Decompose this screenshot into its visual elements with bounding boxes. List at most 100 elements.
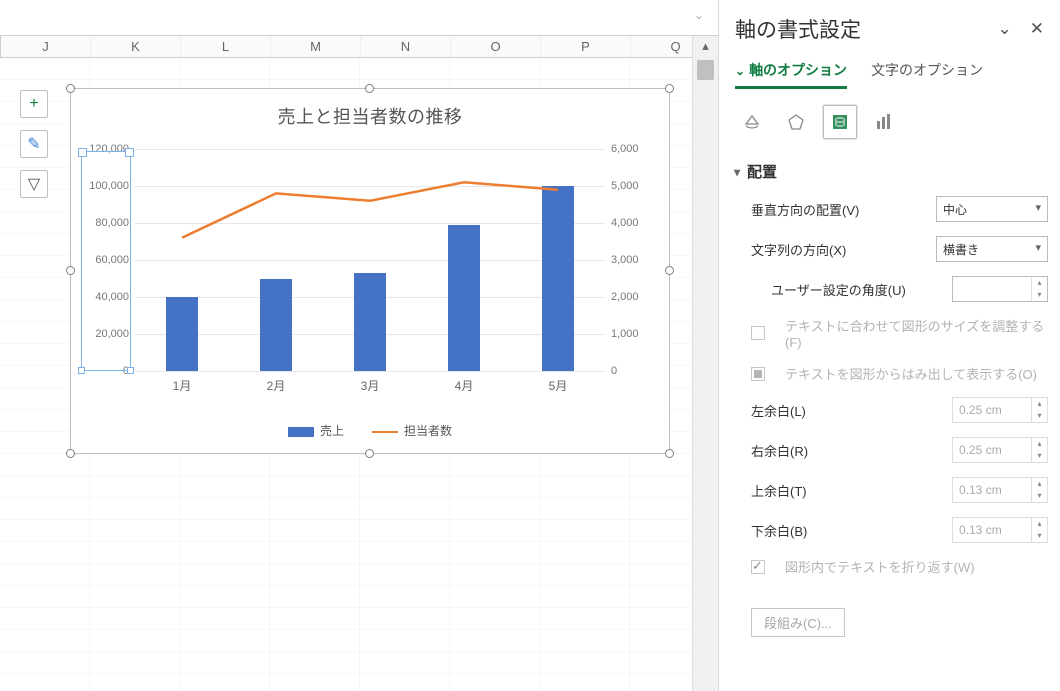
legend-swatch-bar	[288, 427, 314, 437]
brush-icon: ✎	[27, 134, 40, 154]
col-header[interactable]: N	[361, 36, 451, 57]
size-properties-icon[interactable]	[823, 105, 857, 139]
plot-area[interactable]: 0020,0001,00040,0002,00060,0003,00080,00…	[135, 149, 605, 371]
y-left-tick: 80,000	[95, 217, 129, 229]
col-header[interactable]: P	[541, 36, 631, 57]
angle-input[interactable]: ▴▾	[952, 276, 1048, 302]
select-value: 横書き	[943, 241, 979, 258]
chart-filter-button[interactable]: ▽	[20, 170, 48, 198]
margin-left-label: 左余白(L)	[751, 401, 940, 420]
x-tick: 2月	[267, 377, 286, 394]
y-left-tick: 0	[123, 365, 129, 377]
margin-bottom-input: 0.13 cm ▴▾	[952, 517, 1048, 543]
x-tick: 5月	[549, 377, 568, 394]
chevron-right-icon: ▸	[731, 170, 745, 176]
y-left-tick: 40,000	[95, 291, 129, 303]
angle-label: ユーザー設定の角度(U)	[771, 280, 940, 299]
wrap-text-label: 図形内でテキストを折り返す(W)	[785, 557, 1048, 576]
chart-title[interactable]: 売上と担当者数の推移	[71, 89, 669, 129]
vertical-scrollbar[interactable]: ▴	[692, 36, 718, 691]
panel-collapse-button[interactable]: ⌄	[994, 17, 1016, 41]
plus-icon: +	[29, 95, 38, 113]
input-value: 0.13 cm	[959, 483, 1002, 497]
wrap-text-checkbox	[751, 560, 765, 574]
format-axis-panel: 軸の書式設定 ⌄ ✕ ⌄軸のオプション 文字のオプション ▸配置	[718, 0, 1060, 691]
funnel-icon: ▽	[28, 174, 40, 194]
tab-label: 軸のオプション	[749, 62, 847, 78]
legend-swatch-line	[372, 431, 398, 433]
margin-right-label: 右余白(R)	[751, 441, 940, 460]
col-header[interactable]: L	[181, 36, 271, 57]
y-left-tick: 20,000	[95, 328, 129, 340]
chart-object[interactable]: 売上と担当者数の推移 0020,0001,00040,0002,00060,00…	[70, 88, 670, 454]
fill-icon[interactable]	[735, 105, 769, 139]
columns-button[interactable]: 段組み(C)...	[751, 608, 845, 637]
margin-top-input: 0.13 cm ▴▾	[952, 477, 1048, 503]
resize-handle[interactable]	[66, 449, 75, 458]
chart-style-button[interactable]: ✎	[20, 130, 48, 158]
overflow-label: テキストを図形からはみ出して表示する(O)	[785, 364, 1048, 383]
spin-down-icon[interactable]: ▾	[1032, 289, 1047, 301]
effects-icon[interactable]	[779, 105, 813, 139]
y-right-tick: 6,000	[611, 143, 639, 155]
legend-label: 売上	[320, 424, 344, 438]
resize-handle[interactable]	[66, 266, 75, 275]
resize-handle[interactable]	[66, 84, 75, 93]
tab-text-options[interactable]: 文字のオプション	[871, 60, 983, 89]
section-title: 配置	[747, 164, 777, 181]
col-header[interactable]: K	[91, 36, 181, 57]
direction-label: 文字列の方向(X)	[751, 240, 924, 259]
resize-handle[interactable]	[365, 449, 374, 458]
col-header[interactable]: O	[451, 36, 541, 57]
resize-handle[interactable]	[665, 84, 674, 93]
resize-handle[interactable]	[365, 84, 374, 93]
y-left-tick: 60,000	[95, 254, 129, 266]
x-tick: 1月	[173, 377, 192, 394]
valign-select[interactable]: 中心	[936, 196, 1048, 222]
margin-top-label: 上余白(T)	[751, 481, 940, 500]
x-tick: 4月	[455, 377, 474, 394]
line-series[interactable]	[135, 149, 605, 371]
spreadsheet-area: ⌄ J K L M N O P Q + ✎ ▽	[0, 0, 718, 691]
valign-label: 垂直方向の配置(V)	[751, 200, 924, 219]
y-right-tick: 4,000	[611, 217, 639, 229]
resize-handle[interactable]	[665, 266, 674, 275]
axis-chart-icon[interactable]	[867, 105, 901, 139]
margin-left-input: 0.25 cm ▴▾	[952, 397, 1048, 423]
column-headers[interactable]: J K L M N O P Q	[0, 36, 718, 58]
input-value: 0.25 cm	[959, 443, 1002, 457]
chart-add-element-button[interactable]: +	[20, 90, 48, 118]
formula-bar[interactable]: ⌄	[0, 0, 718, 36]
chevron-down-icon: ⌄	[998, 19, 1012, 38]
overflow-checkbox	[751, 367, 765, 381]
col-header[interactable]: J	[1, 36, 91, 57]
y-right-tick: 0	[611, 365, 617, 377]
margin-right-input: 0.25 cm ▴▾	[952, 437, 1048, 463]
col-header[interactable]: M	[271, 36, 361, 57]
direction-select[interactable]: 横書き	[936, 236, 1048, 262]
input-value: 0.25 cm	[959, 403, 1002, 417]
resize-shape-checkbox	[751, 326, 765, 340]
y-left-tick: 100,000	[89, 180, 129, 192]
chart-legend[interactable]: 売上 担当者数	[71, 422, 669, 439]
select-value: 中心	[943, 201, 967, 218]
x-tick: 3月	[361, 377, 380, 394]
formula-bar-expand-icon[interactable]: ⌄	[694, 8, 704, 22]
panel-close-button[interactable]: ✕	[1026, 17, 1048, 41]
margin-bottom-label: 下余白(B)	[751, 521, 940, 540]
resize-shape-label: テキストに合わせて図形のサイズを調整する(F)	[785, 316, 1048, 350]
legend-label: 担当者数	[404, 424, 452, 438]
y-right-tick: 5,000	[611, 180, 639, 192]
input-value: 0.13 cm	[959, 523, 1002, 537]
y-right-tick: 2,000	[611, 291, 639, 303]
tab-axis-options[interactable]: ⌄軸のオプション	[735, 60, 847, 89]
y-right-tick: 3,000	[611, 254, 639, 266]
close-icon: ✕	[1030, 19, 1044, 38]
panel-title: 軸の書式設定	[735, 14, 984, 44]
resize-handle[interactable]	[665, 449, 674, 458]
spin-up-icon[interactable]: ▴	[1032, 277, 1047, 289]
section-alignment[interactable]: ▸配置	[735, 161, 1048, 182]
scroll-up-arrow-icon[interactable]: ▴	[693, 36, 718, 56]
scrollbar-thumb[interactable]	[697, 60, 714, 80]
y-left-tick: 120,000	[89, 143, 129, 155]
